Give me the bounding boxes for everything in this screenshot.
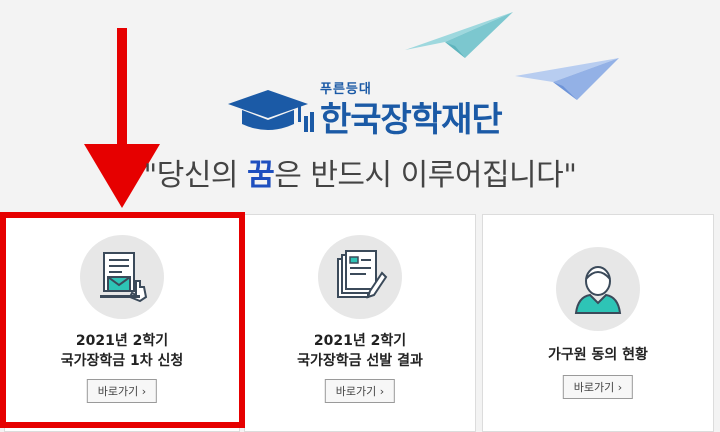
paper-plane-icon — [515, 58, 619, 100]
card-title: 2021년 2학기 국가장학금 선발 결과 — [245, 331, 475, 371]
card-icon-circle — [318, 235, 402, 319]
slogan-close: 은 반드시 이루어집니다" — [274, 158, 577, 193]
card-icon-circle — [556, 247, 640, 331]
card-icon-circle — [80, 235, 164, 319]
card-title-line2: 국가장학금 1차 신청 — [60, 353, 184, 369]
slogan-open: "당신의 — [143, 158, 248, 193]
slogan-dream: 꿈 — [247, 158, 275, 193]
card-household-consent[interactable]: 가구원 동의 현황 바로가기 › — [482, 214, 714, 432]
card-title: 가구원 동의 현황 — [548, 347, 648, 363]
slogan: "당신의 꿈은 반드시 이루어집니다" — [0, 150, 720, 194]
logo[interactable]: 푸른등대 한국장학재단 — [228, 78, 503, 140]
card-title-line1: 2021년 2학기 — [313, 333, 407, 349]
card-title: 2021년 2학기 국가장학금 1차 신청 — [5, 331, 239, 371]
document-mail-click-icon — [100, 252, 148, 303]
card-title-line1: 2021년 2학기 — [75, 333, 169, 349]
paper-plane-icon — [405, 12, 513, 58]
card-scholarship-apply[interactable]: 2021년 2학기 국가장학금 1차 신청 바로가기 › — [4, 214, 240, 432]
graduation-cap-icon — [228, 90, 314, 132]
documents-pen-icon — [337, 250, 388, 299]
person-icon — [574, 266, 622, 314]
logo-title: 한국장학재단 — [320, 100, 503, 140]
go-button[interactable]: 바로가기 › — [86, 379, 158, 403]
go-button[interactable]: 바로가기 › — [562, 375, 634, 399]
card-title-line2: 국가장학금 선발 결과 — [297, 353, 423, 369]
card-scholarship-result[interactable]: 2021년 2학기 국가장학금 선발 결과 바로가기 › — [244, 214, 476, 432]
go-button[interactable]: 바로가기 › — [324, 379, 396, 403]
